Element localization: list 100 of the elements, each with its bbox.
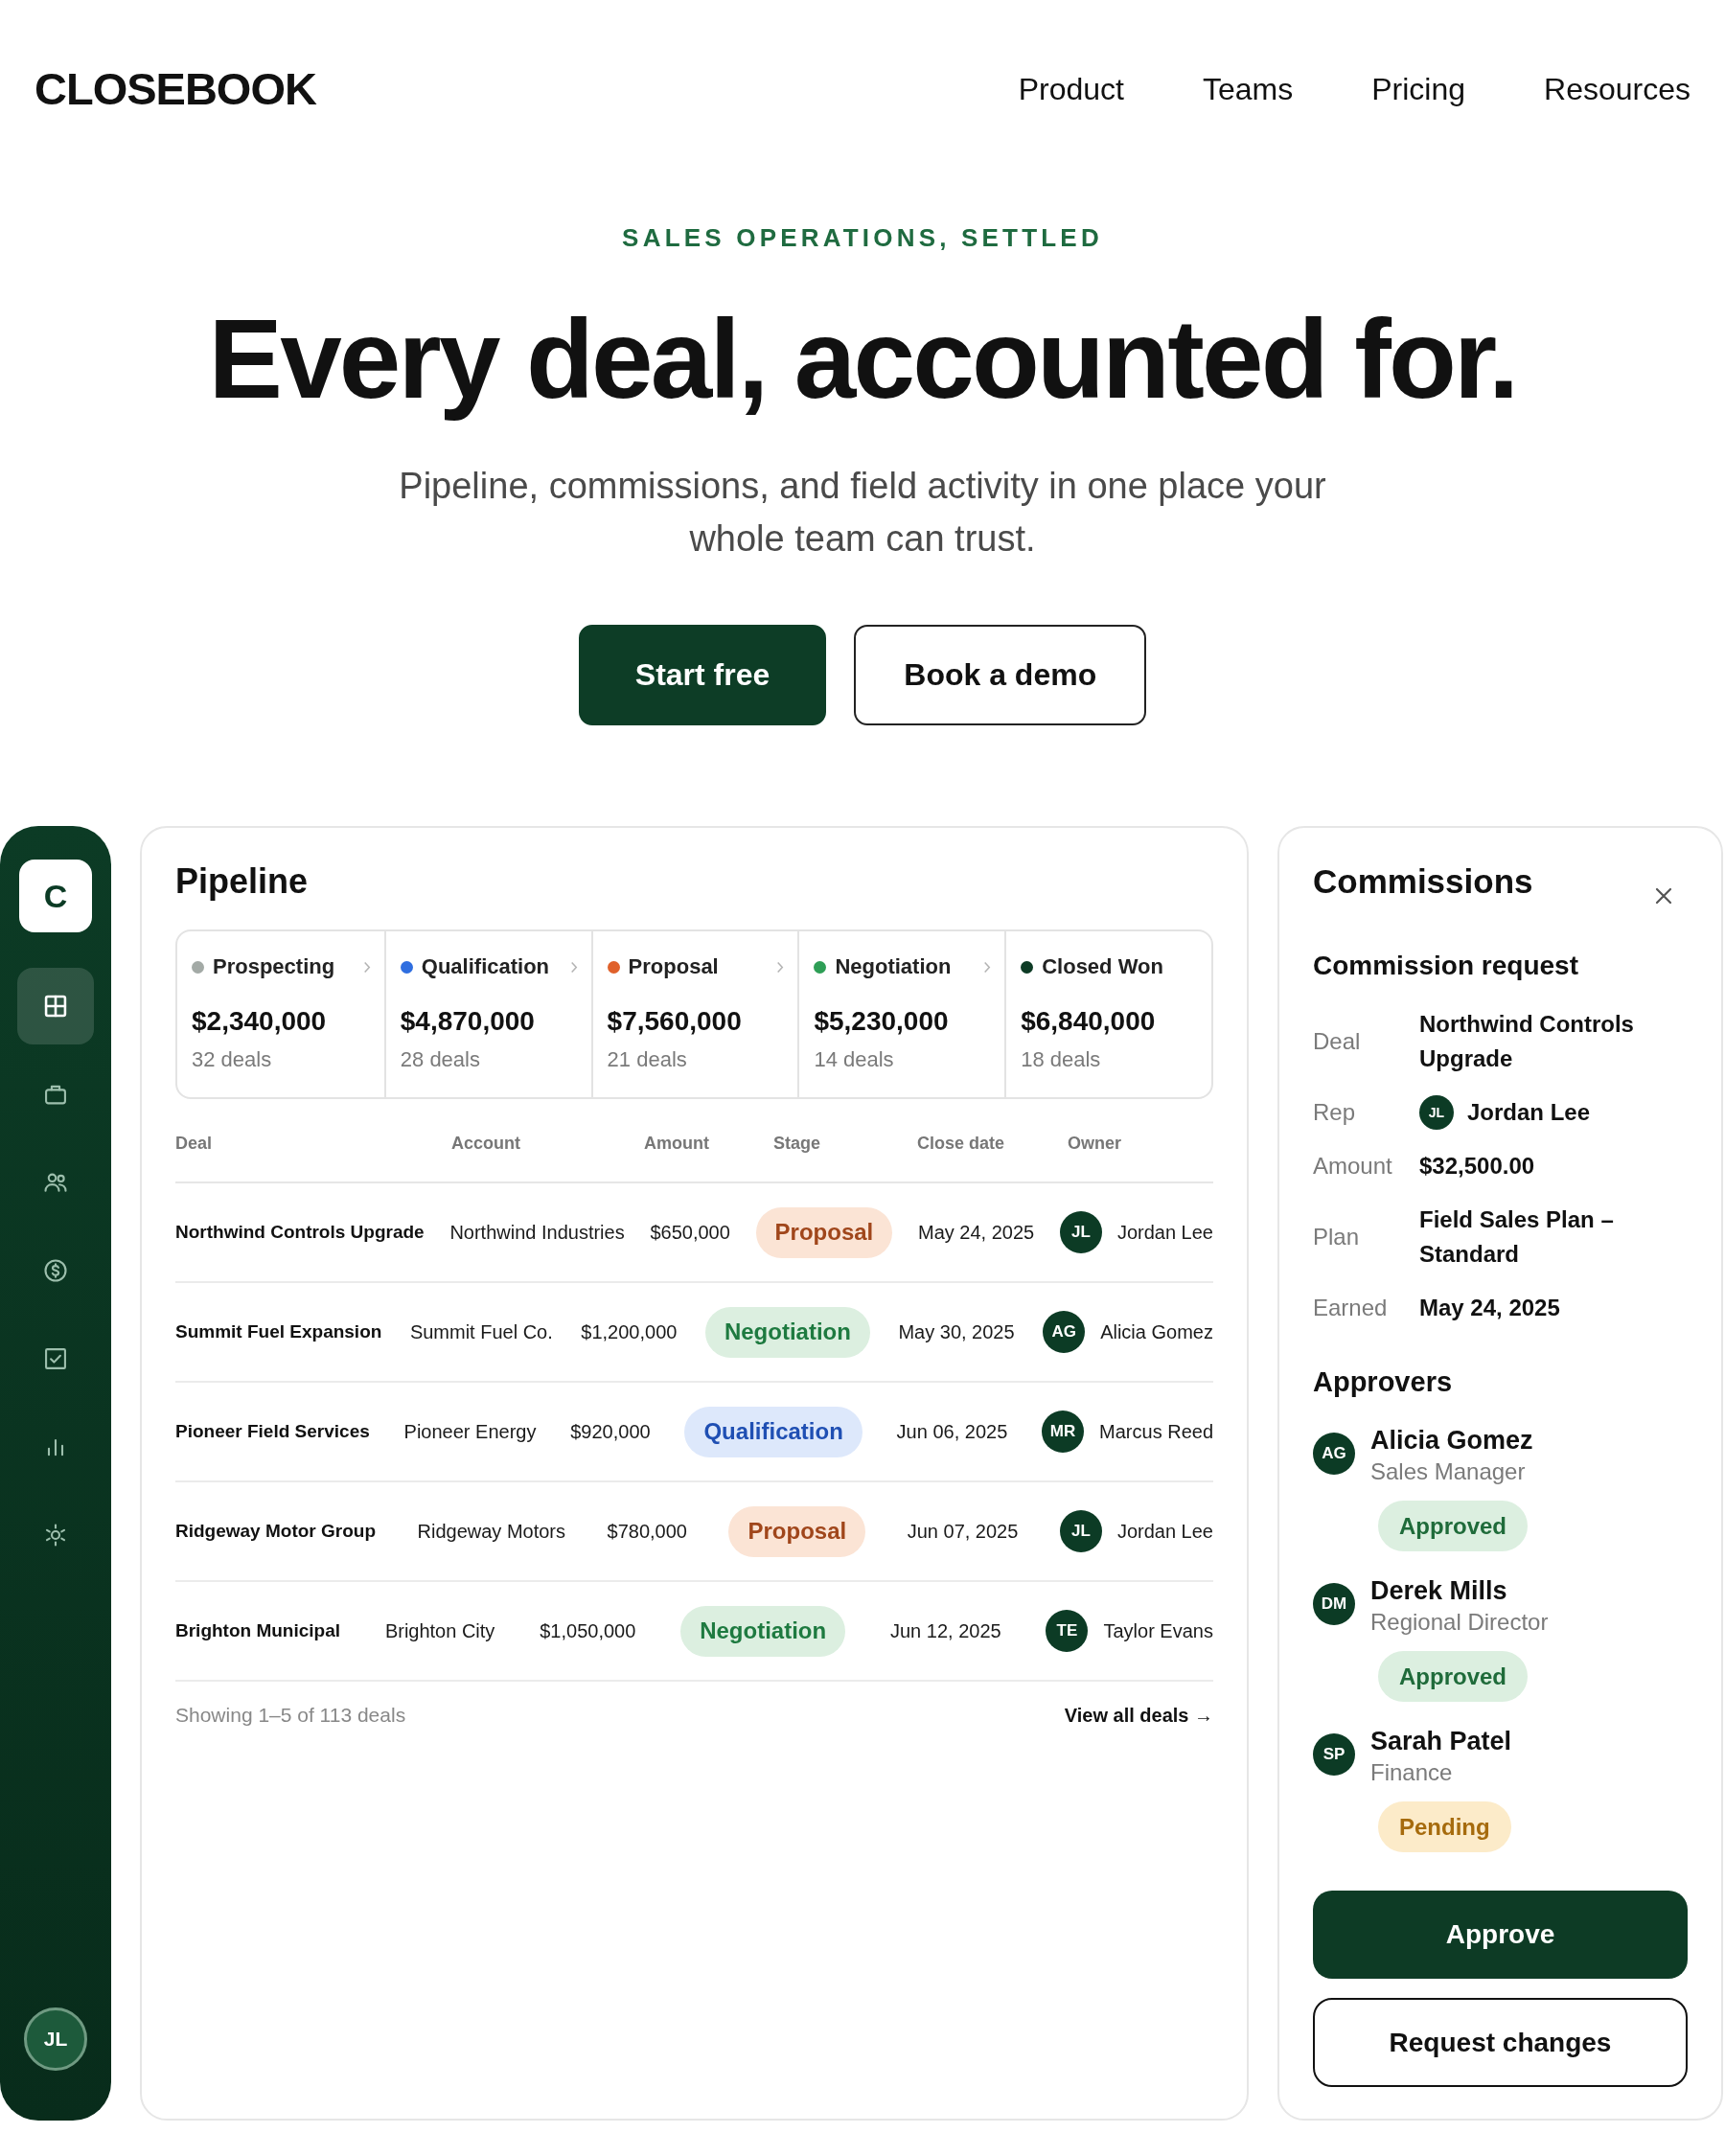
chevron-icon	[983, 960, 992, 974]
status-badge: Pending	[1378, 1801, 1511, 1852]
detail-value: Northwind Controls Upgrade	[1419, 1010, 1635, 1073]
table-cell-text: Taylor Evans	[1103, 1619, 1213, 1643]
table-cell-text: Alicia Gomez	[1100, 1320, 1213, 1344]
detail-label: Plan	[1313, 1223, 1361, 1251]
table-cell-text: May 30, 2025	[898, 1320, 1015, 1344]
table-cell-text: Jun 12, 2025	[889, 1619, 1001, 1643]
stage-label[interactable]: Qualification	[421, 952, 550, 981]
view-all-link[interactable]: View all deals →	[1064, 1701, 1213, 1730]
deal-count: 28 deals	[400, 1046, 481, 1073]
approver-role: Finance	[1370, 1758, 1454, 1787]
stage-badge: Negotiation	[680, 1605, 846, 1657]
table-cell-text: Brighton City	[384, 1619, 495, 1643]
approver-role: Sales Manager	[1370, 1457, 1527, 1486]
hero-heading: Every deal, accounted for.	[208, 297, 1517, 422]
user-avatar[interactable]: JL	[24, 2007, 87, 2071]
approver-name: Derek Mills	[1370, 1575, 1508, 1607]
table-cell-text: Pioneer Field Services	[175, 1420, 370, 1443]
brand-logo[interactable]: CLOSEBOOK	[34, 62, 316, 116]
table-cell-text: Marcus Reed	[1099, 1420, 1213, 1444]
nav-link[interactable]: Pricing	[1371, 70, 1466, 108]
table-cell-text: $780,000	[607, 1520, 687, 1544]
chevron-icon	[776, 960, 785, 974]
deal-count: 18 deals	[1021, 1046, 1102, 1073]
nav-link[interactable]: Resources	[1544, 70, 1690, 108]
detail-value: Jordan Lee	[1467, 1098, 1591, 1127]
status-badge: Approved	[1378, 1651, 1528, 1702]
detail-label: Rep	[1313, 1098, 1357, 1127]
approver-avatar: DM	[1313, 1583, 1355, 1625]
column-header: Close date	[917, 1133, 1005, 1155]
app-logo[interactable]: C	[19, 860, 92, 932]
stage-label[interactable]: Proposal	[628, 952, 719, 981]
approver-name: Sarah Patel	[1370, 1726, 1512, 1757]
stage-badge: Proposal	[755, 1206, 893, 1258]
stage-amount: $2,340,000	[192, 1005, 328, 1038]
rep-avatar: JL	[1419, 1095, 1454, 1130]
owner-avatar: JL	[1059, 1510, 1102, 1552]
stage-label[interactable]: Closed Won	[1042, 952, 1163, 981]
approver-role: Regional Director	[1370, 1608, 1549, 1637]
table-cell-text: $920,000	[570, 1420, 651, 1444]
table-cell-text: Pioneer Energy	[403, 1420, 537, 1444]
close-button[interactable]	[1654, 886, 1673, 906]
detail-value: May 24, 2025	[1419, 1294, 1561, 1322]
table-cell-text: Ridgeway Motor Group	[175, 1520, 376, 1543]
owner-avatar: TE	[1046, 1610, 1089, 1652]
close-icon	[1655, 887, 1672, 905]
table-cell-text: Northwind Controls Upgrade	[175, 1221, 425, 1244]
detail-label: Deal	[1313, 1027, 1362, 1056]
owner-avatar: JL	[1059, 1211, 1102, 1253]
stage-amount: $5,230,000	[814, 1005, 950, 1038]
secondary-button[interactable]: Book a demo	[854, 625, 1147, 725]
table-cell-text: Ridgeway Motors	[417, 1520, 566, 1544]
hero-subtitle: Pipeline, commissions, and field activity in one place your whole team can trust.	[398, 465, 1327, 561]
chevron-icon	[569, 960, 578, 974]
stage-amount: $7,560,000	[607, 1005, 743, 1038]
table-cell-text: $650,000	[650, 1221, 730, 1245]
deal-count: 32 deals	[192, 1046, 273, 1073]
nav-item[interactable]	[17, 968, 94, 1044]
stage-amount: $6,840,000	[1021, 1005, 1157, 1038]
stage-label[interactable]: Negotiation	[835, 952, 952, 981]
table-cell-text: $1,050,000	[540, 1619, 636, 1643]
nav-link[interactable]: Teams	[1203, 70, 1294, 108]
card-title: Pipeline	[175, 860, 310, 903]
stage-badge: Negotiation	[704, 1306, 870, 1358]
primary-button[interactable]: Start free	[578, 625, 827, 725]
approver-avatar: SP	[1313, 1733, 1355, 1776]
checkbox-icon	[42, 1345, 69, 1372]
eyebrow-text: SALES OPERATIONS, SETTLED	[622, 222, 1103, 253]
approve-button[interactable]: Approve	[1313, 1891, 1688, 1979]
column-header: Owner	[1068, 1133, 1121, 1155]
stage-amount: $4,870,000	[400, 1005, 536, 1038]
pagination-text: Showing 1–5 of 113 deals	[175, 1703, 406, 1728]
approver-avatar: AG	[1313, 1433, 1355, 1475]
table-cell-text: Summit Fuel Expansion	[175, 1320, 382, 1343]
table-cell-text: Jun 06, 2025	[896, 1420, 1008, 1444]
section-title: Approvers	[1313, 1365, 1454, 1399]
table-cell-text: Summit Fuel Co.	[409, 1320, 553, 1344]
table-cell-text: Jun 07, 2025	[907, 1520, 1019, 1544]
table-cell-text: Northwind Industries	[449, 1221, 625, 1245]
detail-label: Earned	[1313, 1294, 1389, 1322]
detail-value: $32,500.00	[1419, 1152, 1536, 1181]
request-changes-button[interactable]: Request changes	[1313, 1998, 1688, 2087]
status-badge: Approved	[1378, 1501, 1528, 1551]
column-header: Account	[451, 1133, 520, 1155]
panel-title: Commissions	[1313, 861, 1533, 902]
stage-label[interactable]: Prospecting	[213, 952, 335, 981]
table-cell-text: Brighton Municipal	[175, 1619, 341, 1642]
table-cell-text: $1,200,000	[581, 1320, 678, 1344]
table-cell-text: May 24, 2025	[917, 1221, 1035, 1245]
column-header: Deal	[175, 1133, 213, 1155]
detail-value: Field Sales Plan – Standard	[1419, 1205, 1615, 1269]
owner-avatar: AG	[1043, 1311, 1086, 1353]
section-title: Commission request	[1313, 950, 1579, 982]
grid-icon	[42, 993, 69, 1020]
table-cell-text: Jordan Lee	[1116, 1520, 1213, 1544]
nav-link[interactable]: Product	[1018, 70, 1124, 108]
column-header: Amount	[644, 1133, 709, 1155]
stage-badge: Qualification	[684, 1406, 862, 1457]
column-header: Stage	[773, 1133, 821, 1155]
